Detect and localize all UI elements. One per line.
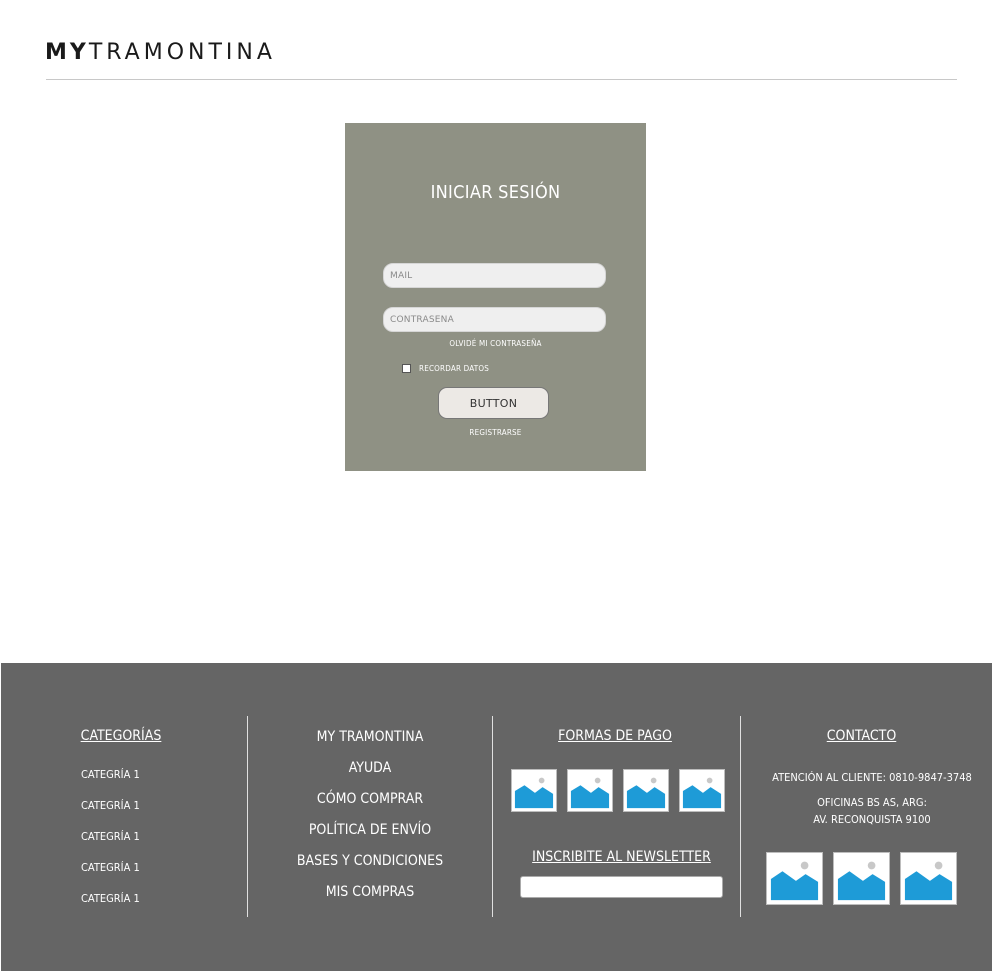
password-input[interactable]: [383, 307, 606, 332]
remember-checkbox[interactable]: [402, 363, 411, 373]
footer-nav-mis-compras[interactable]: MIS COMPRAS: [248, 883, 492, 914]
login-card: INICIAR SESIÓN OLVIDÉ MI CONTRASEÑA RECO…: [345, 123, 646, 471]
image-placeholder-icon: [623, 769, 669, 812]
category-link[interactable]: CATEGRÍA 1: [81, 891, 140, 922]
image-placeholder-icon[interactable]: [766, 852, 823, 905]
remember-label: RECORDAR DATOS: [419, 363, 489, 373]
contact-phone: ATENCIÓN AL CLIENTE: 0810-9847-3748: [772, 771, 972, 784]
footer: CATEGORÍAS CATEGRÍA 1 CATEGRÍA 1 CATEGRÍ…: [1, 663, 992, 971]
image-placeholder-icon: [679, 769, 725, 812]
category-link[interactable]: CATEGRÍA 1: [81, 829, 140, 860]
image-placeholder-icon: [511, 769, 557, 812]
footer-nav: MY TRAMONTINA AYUDA CÓMO COMPRAR POLÍTIC…: [248, 728, 492, 914]
categories-list: CATEGRÍA 1 CATEGRÍA 1 CATEGRÍA 1 CATEGRÍ…: [81, 767, 140, 922]
newsletter-input[interactable]: [520, 876, 723, 898]
category-link[interactable]: CATEGRÍA 1: [81, 767, 140, 798]
payment-heading[interactable]: FORMAS DE PAGO: [492, 728, 738, 744]
newsletter-heading[interactable]: INSCRIBITE AL NEWSLETTER: [492, 849, 751, 865]
payment-icons: [511, 769, 725, 812]
logo-prefix: MY: [45, 40, 89, 65]
image-placeholder-icon[interactable]: [900, 852, 957, 905]
contact-office-line2: AV. RECONQUISTA 9100: [813, 813, 931, 826]
logo-brand: TRAMONTINA: [88, 40, 276, 65]
footer-nav-politica-envio[interactable]: POLÍTICA DE ENVÍO: [248, 821, 492, 852]
contact-office-line1: OFICINAS BS AS, ARG:: [817, 796, 927, 809]
remember-row: RECORDAR DATOS: [402, 361, 489, 375]
mail-input[interactable]: [383, 263, 606, 288]
categories-heading[interactable]: CATEGORÍAS: [1, 728, 241, 744]
category-link[interactable]: CATEGRÍA 1: [81, 860, 140, 891]
register-link[interactable]: REGISTRARSE: [345, 428, 646, 437]
login-title: INICIAR SESIÓN: [430, 182, 561, 203]
footer-nav-bases-condiciones[interactable]: BASES Y CONDICIONES: [248, 852, 492, 883]
header-divider: [46, 79, 957, 80]
brand-logo[interactable]: MYTRAMONTINA: [45, 40, 276, 66]
social-icons: [766, 852, 957, 905]
category-link[interactable]: CATEGRÍA 1: [81, 798, 140, 829]
submit-button[interactable]: BUTTON: [438, 387, 549, 419]
image-placeholder-icon: [567, 769, 613, 812]
footer-nav-ayuda[interactable]: AYUDA: [248, 759, 492, 790]
image-placeholder-icon[interactable]: [833, 852, 890, 905]
footer-nav-my-tramontina[interactable]: MY TRAMONTINA: [248, 728, 492, 759]
footer-divider: [492, 716, 493, 917]
footer-nav-como-comprar[interactable]: CÓMO COMPRAR: [248, 790, 492, 821]
forgot-password-link[interactable]: OLVIDÉ MI CONTRASEÑA: [345, 339, 646, 348]
contact-heading[interactable]: CONTACTO: [741, 728, 982, 744]
